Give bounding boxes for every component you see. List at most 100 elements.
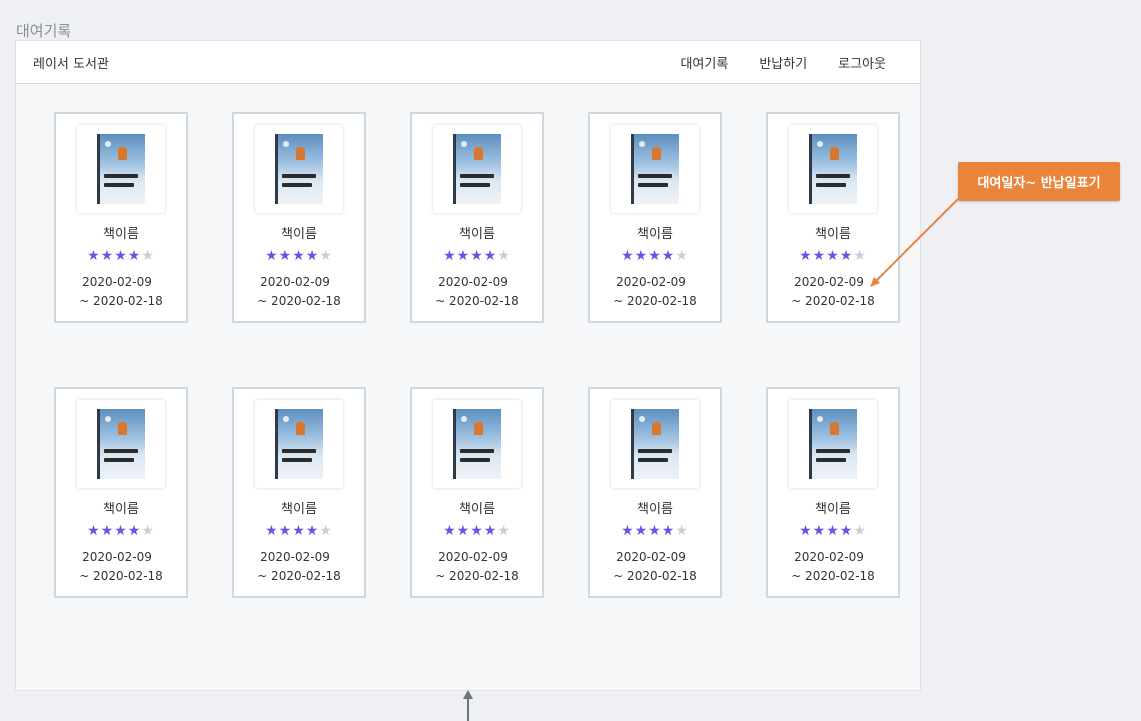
book-card[interactable]: 책이름 ★★★★★ 2020-02-09 ~ 2020-02-18 (232, 112, 366, 323)
star-filled-icon: ★ (100, 248, 115, 264)
rent-date: 2020-02-09 (438, 275, 508, 289)
star-filled-icon: ★ (839, 248, 854, 264)
rent-date: 2020-02-09 (616, 275, 686, 289)
scroll-arrow (463, 690, 473, 721)
book-card[interactable]: 책이름 ★★★★★ 2020-02-09 ~ 2020-02-18 (588, 387, 722, 598)
book-title: 책이름 (459, 227, 495, 242)
app-frame: 레이서 도서관 대여기록 반납하기 로그아웃 책이름 ★★★★★ 2020-02-0… (15, 40, 921, 691)
book-card[interactable]: 책이름 ★★★★★ 2020-02-09 ~ 2020-02-18 (766, 112, 900, 323)
book-title: 책이름 (637, 227, 673, 242)
return-date: ~ 2020-02-18 (791, 569, 875, 583)
book-card[interactable]: 책이름 ★★★★★ 2020-02-09 ~ 2020-02-18 (410, 112, 544, 323)
book-cover-image (97, 409, 145, 479)
book-cover-frame (789, 125, 877, 213)
star-filled-icon: ★ (100, 523, 115, 539)
star-filled-icon: ★ (634, 248, 649, 264)
star-empty-icon: ★ (497, 523, 511, 539)
book-cover-image (97, 134, 145, 204)
star-filled-icon: ★ (265, 523, 279, 539)
star-empty-icon: ★ (853, 523, 867, 539)
annotation-callout: 대여일자~ 반납일표기 (958, 162, 1120, 201)
star-empty-icon: ★ (141, 523, 155, 539)
star-empty-icon: ★ (319, 248, 333, 264)
rent-date: 2020-02-09 (82, 275, 152, 289)
star-filled-icon: ★ (87, 523, 101, 539)
book-card[interactable]: 책이름 ★★★★★ 2020-02-09 ~ 2020-02-18 (232, 387, 366, 598)
star-rating: ★★★★★ (768, 524, 898, 538)
star-empty-icon: ★ (675, 248, 689, 264)
nav-links: 대여기록 반납하기 로그아웃 (680, 53, 886, 72)
star-filled-icon: ★ (443, 248, 457, 264)
book-title: 책이름 (459, 502, 495, 517)
star-filled-icon: ★ (839, 523, 854, 539)
nav-rental-history[interactable]: 대여기록 (680, 53, 728, 72)
return-date: ~ 2020-02-18 (79, 569, 163, 583)
star-rating: ★★★★★ (412, 249, 542, 263)
return-date: ~ 2020-02-18 (257, 569, 341, 583)
star-filled-icon: ★ (305, 248, 320, 264)
star-filled-icon: ★ (292, 248, 306, 264)
star-filled-icon: ★ (127, 523, 142, 539)
star-filled-icon: ★ (470, 523, 484, 539)
book-cover-image (809, 134, 857, 204)
star-filled-icon: ★ (278, 523, 293, 539)
star-rating: ★★★★★ (590, 249, 720, 263)
star-filled-icon: ★ (812, 523, 827, 539)
return-date: ~ 2020-02-18 (257, 294, 341, 308)
star-filled-icon: ★ (443, 523, 457, 539)
rent-date: 2020-02-09 (794, 550, 864, 564)
star-filled-icon: ★ (483, 248, 498, 264)
star-filled-icon: ★ (305, 523, 320, 539)
book-card[interactable]: 책이름 ★★★★★ 2020-02-09 ~ 2020-02-18 (766, 387, 900, 598)
book-title: 책이름 (281, 227, 317, 242)
book-card[interactable]: 책이름 ★★★★★ 2020-02-09 ~ 2020-02-18 (54, 112, 188, 323)
star-filled-icon: ★ (661, 248, 676, 264)
star-filled-icon: ★ (456, 523, 471, 539)
book-cover-frame (611, 125, 699, 213)
book-card[interactable]: 책이름 ★★★★★ 2020-02-09 ~ 2020-02-18 (588, 112, 722, 323)
star-filled-icon: ★ (456, 248, 471, 264)
book-cover-frame (255, 400, 343, 488)
star-filled-icon: ★ (826, 248, 840, 264)
rent-date: 2020-02-09 (438, 550, 508, 564)
star-empty-icon: ★ (853, 248, 867, 264)
star-filled-icon: ★ (812, 248, 827, 264)
return-date: ~ 2020-02-18 (613, 569, 697, 583)
book-cover-image (275, 134, 323, 204)
book-cover-frame (77, 125, 165, 213)
book-cover-frame (77, 400, 165, 488)
star-rating: ★★★★★ (234, 249, 364, 263)
star-filled-icon: ★ (661, 523, 676, 539)
rent-date: 2020-02-09 (794, 275, 864, 289)
book-title: 책이름 (815, 227, 851, 242)
rent-date: 2020-02-09 (616, 550, 686, 564)
nav-return[interactable]: 반납하기 (759, 53, 807, 72)
return-date: ~ 2020-02-18 (79, 294, 163, 308)
nav-logout[interactable]: 로그아웃 (838, 53, 886, 72)
star-rating: ★★★★★ (56, 249, 186, 263)
star-empty-icon: ★ (675, 523, 689, 539)
star-filled-icon: ★ (648, 523, 662, 539)
page-caption: 대여기록 (16, 22, 72, 40)
book-card[interactable]: 책이름 ★★★★★ 2020-02-09 ~ 2020-02-18 (54, 387, 188, 598)
book-cover-frame (789, 400, 877, 488)
book-cover-frame (433, 400, 521, 488)
star-empty-icon: ★ (141, 248, 155, 264)
star-filled-icon: ★ (292, 523, 306, 539)
book-cover-frame (611, 400, 699, 488)
book-cover-image (275, 409, 323, 479)
book-cover-frame (255, 125, 343, 213)
book-cover-frame (433, 125, 521, 213)
book-cover-image (631, 134, 679, 204)
star-filled-icon: ★ (621, 248, 635, 264)
brand-name[interactable]: 레이서 도서관 (33, 53, 109, 72)
star-filled-icon: ★ (278, 248, 293, 264)
book-cover-image (631, 409, 679, 479)
book-card[interactable]: 책이름 ★★★★★ 2020-02-09 ~ 2020-02-18 (410, 387, 544, 598)
book-title: 책이름 (637, 502, 673, 517)
star-rating: ★★★★★ (234, 524, 364, 538)
star-filled-icon: ★ (127, 248, 142, 264)
star-filled-icon: ★ (470, 248, 484, 264)
star-filled-icon: ★ (265, 248, 279, 264)
star-filled-icon: ★ (483, 523, 498, 539)
